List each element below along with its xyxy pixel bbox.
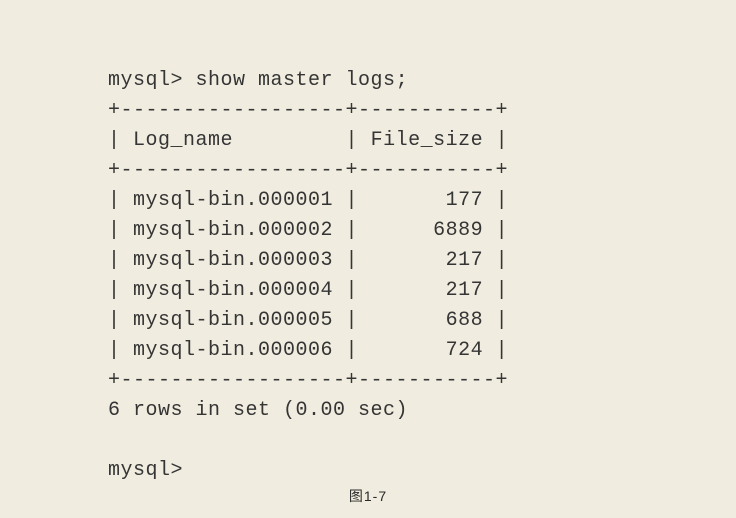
col-header-logname: Log_name bbox=[133, 129, 233, 152]
summary-line: 6 rows in set (0.00 sec) bbox=[108, 399, 408, 422]
cell-logname-1: mysql-bin.000002 bbox=[133, 219, 333, 242]
prompt-2: mysql> bbox=[108, 459, 183, 482]
col-header-filesize: File_size bbox=[371, 129, 484, 152]
cell-logname-3: mysql-bin.000004 bbox=[133, 279, 333, 302]
prompt-1: mysql> bbox=[108, 69, 183, 92]
cell-filesize-1: 6889 bbox=[433, 219, 483, 242]
cell-logname-5: mysql-bin.000006 bbox=[133, 339, 333, 362]
cell-logname-2: mysql-bin.000003 bbox=[133, 249, 333, 272]
figure-caption: 图1-7 bbox=[0, 486, 736, 506]
cell-logname-0: mysql-bin.000001 bbox=[133, 189, 333, 212]
command: show master logs; bbox=[196, 69, 409, 92]
cell-filesize-5: 724 bbox=[446, 339, 484, 362]
cell-filesize-0: 177 bbox=[446, 189, 484, 212]
cell-filesize-4: 688 bbox=[446, 309, 484, 332]
cell-filesize-3: 217 bbox=[446, 279, 484, 302]
cell-logname-4: mysql-bin.000005 bbox=[133, 309, 333, 332]
cell-filesize-2: 217 bbox=[446, 249, 484, 272]
mysql-terminal: mysql> show master logs; +--------------… bbox=[108, 36, 508, 486]
